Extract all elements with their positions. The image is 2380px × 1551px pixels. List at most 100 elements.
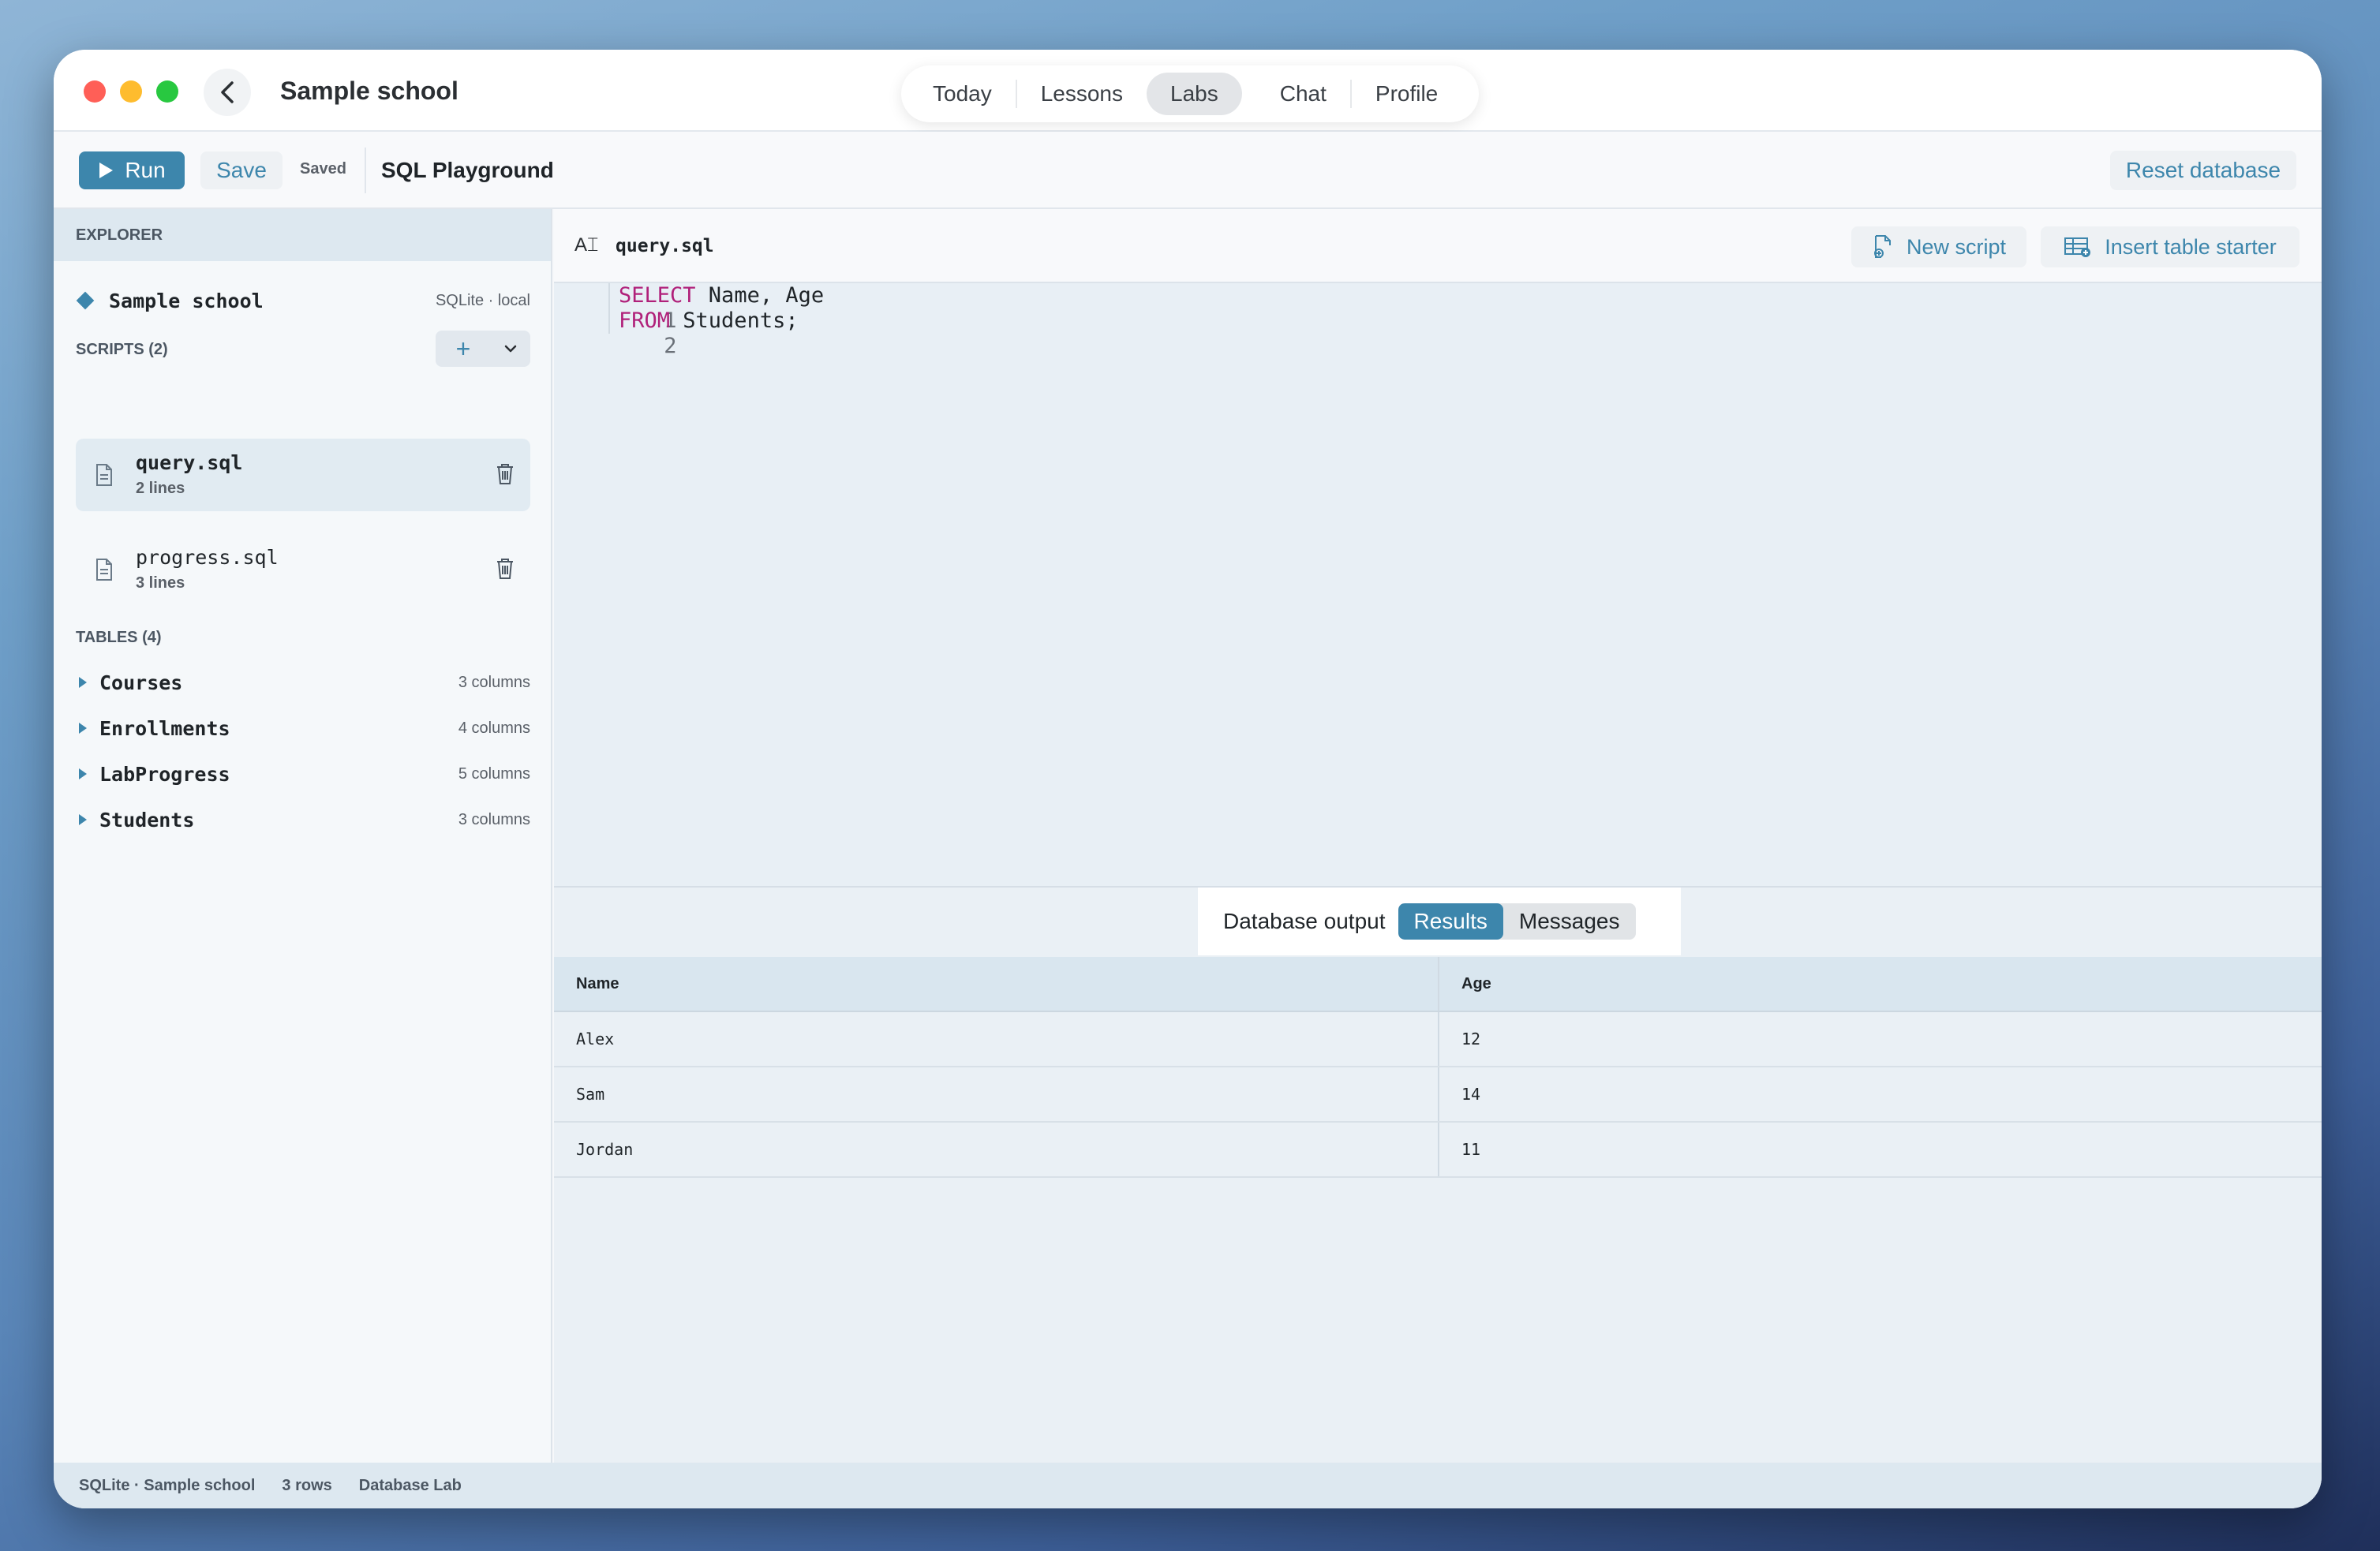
- table-cell: 14: [1438, 1067, 2322, 1121]
- database-item[interactable]: Sample school SQLite · local: [76, 285, 530, 316]
- saved-status: Saved: [300, 160, 346, 178]
- app-window: Sample school Today Lessons Labs Chat Pr…: [54, 50, 2322, 1508]
- delete-script-icon[interactable]: [496, 557, 515, 581]
- sql-keyword: SELECT: [619, 283, 696, 308]
- database-output-panel: Database output Results Messages Name Ag…: [554, 886, 2322, 1463]
- chevron-left-icon: [221, 81, 234, 103]
- column-header[interactable]: Age: [1438, 957, 2322, 1011]
- reset-database-button[interactable]: Reset database: [2110, 151, 2296, 190]
- editor-header: A⌶ query.sql New script Insert table sta…: [554, 209, 2322, 283]
- script-name: progress.sql: [136, 546, 279, 569]
- table-column-count: 5 columns: [458, 764, 530, 783]
- status-connection: SQLite · Sample school: [79, 1476, 256, 1494]
- main-nav: Today Lessons Labs Chat Profile: [901, 65, 1479, 122]
- back-button[interactable]: [204, 69, 251, 116]
- code-line: 2 FROM Students;: [554, 308, 799, 358]
- insert-table-starter-button[interactable]: Insert table starter: [2041, 226, 2300, 267]
- output-label: Database output: [1223, 909, 1386, 933]
- status-row-count: 3 rows: [282, 1476, 332, 1494]
- table-cell: Alex: [576, 1030, 615, 1048]
- save-button[interactable]: Save: [200, 151, 283, 189]
- add-script-split-button: +: [436, 331, 530, 367]
- column-header[interactable]: Name: [554, 957, 1438, 1011]
- table-item-labprogress[interactable]: LabProgress 5 columns: [76, 758, 530, 790]
- insert-table-label: Insert table starter: [2105, 234, 2277, 259]
- tab-today[interactable]: Today: [909, 73, 1016, 115]
- script-item-progress[interactable]: progress.sql 3 lines: [76, 533, 530, 606]
- add-script-menu-button[interactable]: [491, 344, 530, 353]
- file-icon: [96, 464, 112, 486]
- table-name: Enrollments: [99, 716, 230, 740]
- tab-labs[interactable]: Labs: [1147, 73, 1242, 115]
- toolbar: Run Save Saved SQL Playground Reset data…: [54, 132, 2322, 209]
- explorer-header: EXPLORER: [54, 209, 551, 261]
- table-name: Students: [99, 808, 195, 832]
- table-name: LabProgress: [99, 762, 230, 786]
- table-item-students[interactable]: Students 3 columns: [76, 804, 530, 835]
- table-column-count: 3 columns: [458, 673, 530, 691]
- tab-results[interactable]: Results: [1398, 903, 1503, 940]
- script-line-count: 2 lines: [136, 480, 185, 497]
- minimize-window-button[interactable]: [120, 80, 142, 103]
- code-editor[interactable]: 1 SELECT Name, Age 2 FROM Students;: [554, 283, 2322, 886]
- database-name: Sample school: [109, 289, 264, 312]
- table-row: Alex 12: [554, 1012, 2322, 1067]
- text-cursor-icon: A⌶: [574, 234, 599, 256]
- new-file-icon: [1873, 235, 1891, 258]
- table-row: Sam 14: [554, 1067, 2322, 1123]
- code-text: Students;: [670, 308, 799, 333]
- file-icon: [96, 559, 112, 581]
- play-icon: [99, 163, 114, 178]
- expand-triangle-icon: [79, 814, 87, 825]
- line-number: 2: [664, 334, 677, 358]
- table-header-row: Name Age: [554, 957, 2322, 1012]
- title-bar: Sample school Today Lessons Labs Chat Pr…: [54, 50, 2322, 132]
- tab-lessons[interactable]: Lessons: [1017, 73, 1147, 115]
- table-add-icon: [2064, 237, 2091, 257]
- table-item-courses[interactable]: Courses 3 columns: [76, 667, 530, 698]
- status-app-name: Database Lab: [358, 1476, 462, 1494]
- tables-header: TABLES (4): [76, 629, 162, 646]
- output-tab-bar: Database output Results Messages: [1198, 888, 1681, 955]
- table-row: Jordan 11: [554, 1123, 2322, 1178]
- explorer-sidebar: EXPLORER Sample school SQLite · local SC…: [54, 209, 552, 1463]
- table-cell: Sam: [576, 1085, 605, 1104]
- script-name: query.sql: [136, 451, 243, 474]
- tab-chat[interactable]: Chat: [1256, 73, 1350, 115]
- output-segmented-control: Results Messages: [1398, 903, 1636, 940]
- window-title: Sample school: [280, 77, 458, 105]
- tab-profile[interactable]: Profile: [1352, 73, 1461, 115]
- code-text: Name, Age: [695, 283, 825, 308]
- tab-messages[interactable]: Messages: [1503, 903, 1636, 940]
- run-label: Run: [125, 158, 166, 182]
- database-diamond-icon: [76, 291, 95, 310]
- page-title: SQL Playground: [381, 158, 554, 182]
- expand-triangle-icon: [79, 768, 87, 779]
- run-button[interactable]: Run: [79, 151, 185, 189]
- code-line: 1 SELECT Name, Age: [554, 283, 824, 333]
- zoom-window-button[interactable]: [156, 80, 178, 103]
- new-script-label: New script: [1906, 234, 2007, 259]
- new-script-button[interactable]: New script: [1851, 226, 2026, 267]
- table-cell: 12: [1438, 1012, 2322, 1066]
- table-item-enrollments[interactable]: Enrollments 4 columns: [76, 712, 530, 744]
- expand-triangle-icon: [79, 677, 87, 688]
- editor-file-name: query.sql: [616, 236, 714, 256]
- add-script-button[interactable]: +: [436, 331, 491, 367]
- table-cell: 11: [1438, 1123, 2322, 1176]
- toolbar-divider: [365, 148, 366, 193]
- table-cell: Jordan: [576, 1140, 634, 1159]
- table-column-count: 3 columns: [458, 810, 530, 828]
- chevron-down-icon: [504, 345, 517, 353]
- status-bar: SQLite · Sample school 3 rows Database L…: [54, 1463, 2322, 1508]
- results-table: Name Age Alex 12 Sam 14 Jordan 11: [554, 957, 2322, 1178]
- scripts-header: SCRIPTS (2): [76, 341, 168, 358]
- table-column-count: 4 columns: [458, 719, 530, 737]
- close-window-button[interactable]: [84, 80, 106, 103]
- table-name: Courses: [99, 671, 183, 694]
- delete-script-icon[interactable]: [496, 462, 515, 486]
- script-item-query[interactable]: query.sql 2 lines: [76, 439, 530, 511]
- database-meta: SQLite · local: [435, 291, 530, 309]
- expand-triangle-icon: [79, 723, 87, 734]
- script-line-count: 3 lines: [136, 574, 185, 592]
